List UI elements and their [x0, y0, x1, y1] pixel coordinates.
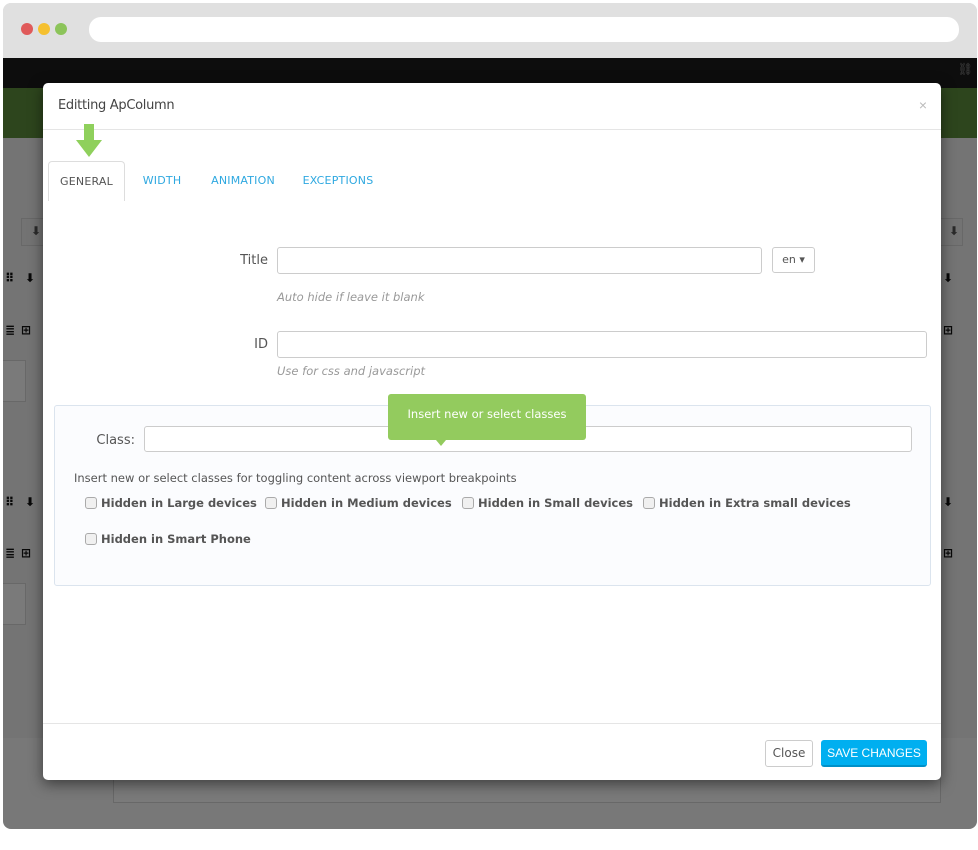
- close-icon[interactable]: ×: [919, 97, 927, 113]
- modal-footer: Close SAVE CHANGES: [43, 723, 941, 780]
- caret-down-icon: ▾: [799, 253, 805, 266]
- checkbox-hidden-smart-phone[interactable]: Hidden in Smart Phone: [85, 532, 251, 546]
- address-bar[interactable]: [89, 17, 959, 42]
- tab-exceptions[interactable]: EXCEPTIONS: [295, 161, 381, 201]
- checkbox-label: Hidden in Large devices: [101, 496, 257, 510]
- checkbox-box[interactable]: [85, 533, 97, 545]
- window-maximize-button[interactable]: [55, 23, 67, 35]
- id-help-text: Use for css and javascript: [277, 364, 426, 378]
- checkbox-label: Hidden in Medium devices: [281, 496, 452, 510]
- checkbox-label: Hidden in Small devices: [478, 496, 633, 510]
- checkbox-hidden-extra-small[interactable]: Hidden in Extra small devices: [643, 496, 851, 510]
- checkbox-hidden-medium[interactable]: Hidden in Medium devices: [265, 496, 452, 510]
- arrow-down-icon: [76, 124, 102, 157]
- modal-title: Editting ApColumn: [58, 98, 175, 113]
- checkbox-box[interactable]: [85, 497, 97, 509]
- window-minimize-button[interactable]: [38, 23, 50, 35]
- language-value: en: [782, 253, 796, 266]
- title-label: Title: [240, 253, 268, 268]
- id-input[interactable]: [277, 331, 927, 358]
- title-help-text: Auto hide if leave it blank: [277, 290, 425, 304]
- window-close-button[interactable]: [21, 23, 33, 35]
- class-label: Class:: [96, 433, 135, 448]
- tab-general[interactable]: GENERAL: [48, 161, 125, 201]
- checkbox-label: Hidden in Extra small devices: [659, 496, 851, 510]
- tab-animation[interactable]: ANIMATION: [202, 161, 284, 201]
- page-background: ⛓ ⬇ ⬇ ⠿ ⬇ ⬇ ≣ ⊞ ⊞ ⠿ ⬇ ⬇ ≣ ⊞ ⊞ Editting A…: [3, 58, 977, 829]
- checkbox-hidden-large[interactable]: Hidden in Large devices: [85, 496, 257, 510]
- id-label: ID: [254, 337, 268, 352]
- save-changes-button[interactable]: SAVE CHANGES: [821, 740, 927, 767]
- checkbox-box[interactable]: [643, 497, 655, 509]
- tooltip-arrow: [436, 440, 446, 446]
- close-button[interactable]: Close: [765, 740, 813, 767]
- class-tooltip: Insert new or select classes: [388, 394, 586, 440]
- class-hint-text: Insert new or select classes for togglin…: [74, 471, 517, 485]
- browser-window: ⛓ ⬇ ⬇ ⠿ ⬇ ⬇ ≣ ⊞ ⊞ ⠿ ⬇ ⬇ ≣ ⊞ ⊞ Editting A…: [3, 3, 977, 829]
- checkbox-box[interactable]: [265, 497, 277, 509]
- edit-column-modal: Editting ApColumn × GENERAL WIDTH ANIMAT…: [43, 83, 941, 780]
- language-dropdown[interactable]: en ▾: [772, 247, 815, 273]
- checkbox-label: Hidden in Smart Phone: [101, 532, 251, 546]
- browser-toolbar: [3, 3, 977, 58]
- tab-width[interactable]: WIDTH: [134, 161, 190, 201]
- title-input[interactable]: [277, 247, 762, 274]
- checkbox-box[interactable]: [462, 497, 474, 509]
- modal-header: Editting ApColumn ×: [43, 83, 941, 130]
- checkbox-hidden-small[interactable]: Hidden in Small devices: [462, 496, 633, 510]
